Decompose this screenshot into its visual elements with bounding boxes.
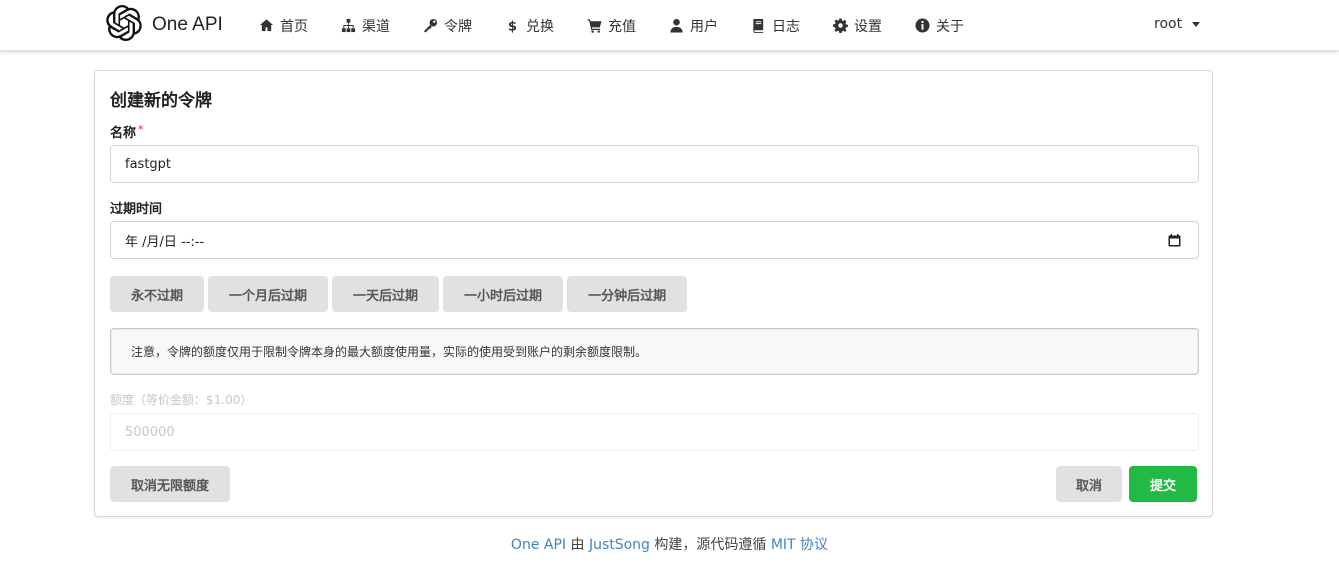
nav-item-label: 设置 [854, 18, 882, 35]
quota-input-value: 500000 [125, 424, 175, 440]
footer-by-text: 由 [566, 537, 589, 553]
nav-item-label: 用户 [690, 18, 718, 35]
footer-license-link[interactable]: MIT 协议 [771, 537, 828, 553]
create-token-card: 创建新的令牌 名称 * fastgpt 过期时间 年 /月/日 --:-- 永不过… [94, 70, 1213, 517]
submit-button[interactable]: 提交 [1129, 466, 1198, 502]
name-label-text: 名称 [110, 126, 137, 141]
gear-icon [832, 18, 848, 34]
home-icon [258, 18, 274, 34]
dollar-icon: $ [504, 18, 520, 34]
name-label: 名称 * [110, 122, 144, 141]
never-expire-button[interactable]: 永不过期 [110, 276, 205, 312]
name-input-value: fastgpt [125, 156, 172, 172]
caret-down-icon [1192, 21, 1201, 27]
nav-item-label: 渠道 [362, 18, 390, 35]
nav-item-label: 令牌 [444, 18, 472, 35]
expire-one-day-button[interactable]: 一天后过期 [332, 276, 440, 312]
required-mark: * [138, 123, 144, 136]
expire-label: 过期时间 [110, 202, 163, 217]
calendar-icon[interactable] [1168, 234, 1181, 247]
nav-item-tokens[interactable]: 令牌 [422, 0, 488, 51]
main-nav: 首页 渠道 令牌 $ 兑换 充值 用户 日志 设置 关于 [258, 0, 996, 51]
nav-item-redeem[interactable]: $ 兑换 [504, 0, 570, 51]
nav-item-users[interactable]: 用户 [668, 0, 734, 51]
footer-author-link[interactable]: JustSong [589, 537, 650, 553]
nav-item-channels[interactable]: 渠道 [340, 0, 406, 51]
cancel-unlimited-quota-button[interactable]: 取消无限额度 [110, 466, 231, 502]
nav-item-about[interactable]: 关于 [914, 0, 980, 51]
quota-notice-message: 注意，令牌的额度仅用于限制令牌本身的最大额度使用量，实际的使用受到账户的剩余额度… [110, 328, 1199, 375]
nav-item-home[interactable]: 首页 [258, 0, 324, 51]
nav-item-label: 兑换 [526, 18, 554, 35]
app-name: One API [152, 14, 223, 35]
expire-one-minute-button[interactable]: 一分钟后过期 [567, 276, 688, 312]
expire-datetime-input[interactable]: 年 /月/日 --:-- [110, 221, 1199, 259]
user-menu-dropdown[interactable]: root [1154, 16, 1201, 32]
quota-input: 500000 [110, 413, 1199, 451]
page-title: 创建新的令牌 [110, 91, 212, 111]
nav-item-label: 首页 [280, 18, 308, 35]
nav-item-label: 充值 [608, 18, 636, 35]
key-icon [422, 18, 438, 34]
username: root [1154, 16, 1183, 32]
expire-one-month-button[interactable]: 一个月后过期 [208, 276, 329, 312]
nav-item-label: 日志 [772, 18, 800, 35]
footer-app-link[interactable]: One API [511, 537, 566, 553]
nav-item-label: 关于 [936, 18, 964, 35]
quick-expire-buttons: 永不过期 一个月后过期 一天后过期 一小时后过期 一分钟后过期 [110, 276, 691, 312]
sitemap-icon [340, 18, 356, 34]
nav-item-settings[interactable]: 设置 [832, 0, 898, 51]
info-icon [914, 18, 930, 34]
expire-one-hour-button[interactable]: 一小时后过期 [443, 276, 564, 312]
top-navbar: One API 首页 渠道 令牌 $ 兑换 充值 用户 日志 设置 关于 roo… [0, 0, 1339, 51]
nav-item-logs[interactable]: 日志 [750, 0, 816, 51]
book-icon [750, 18, 766, 34]
name-input[interactable]: fastgpt [110, 145, 1199, 183]
footer: One API 由 JustSong 构建，源代码遵循 MIT 协议 [0, 534, 1339, 554]
openai-logo-icon [106, 5, 142, 45]
user-icon [668, 18, 684, 34]
nav-item-topup[interactable]: 充值 [586, 0, 652, 51]
quota-label: 额度（等价金额：$1.00） [110, 393, 253, 407]
cancel-button[interactable]: 取消 [1056, 466, 1123, 502]
brand[interactable]: One API [106, 5, 223, 45]
cart-icon [586, 18, 602, 34]
svg-text:$: $ [507, 20, 516, 33]
footer-text: 构建，源代码遵循 [649, 537, 771, 553]
expire-input-value: 年 /月/日 --:-- [125, 234, 205, 250]
notice-text: 注意，令牌的额度仅用于限制令牌本身的最大额度使用量，实际的使用受到账户的剩余额度… [131, 345, 648, 359]
